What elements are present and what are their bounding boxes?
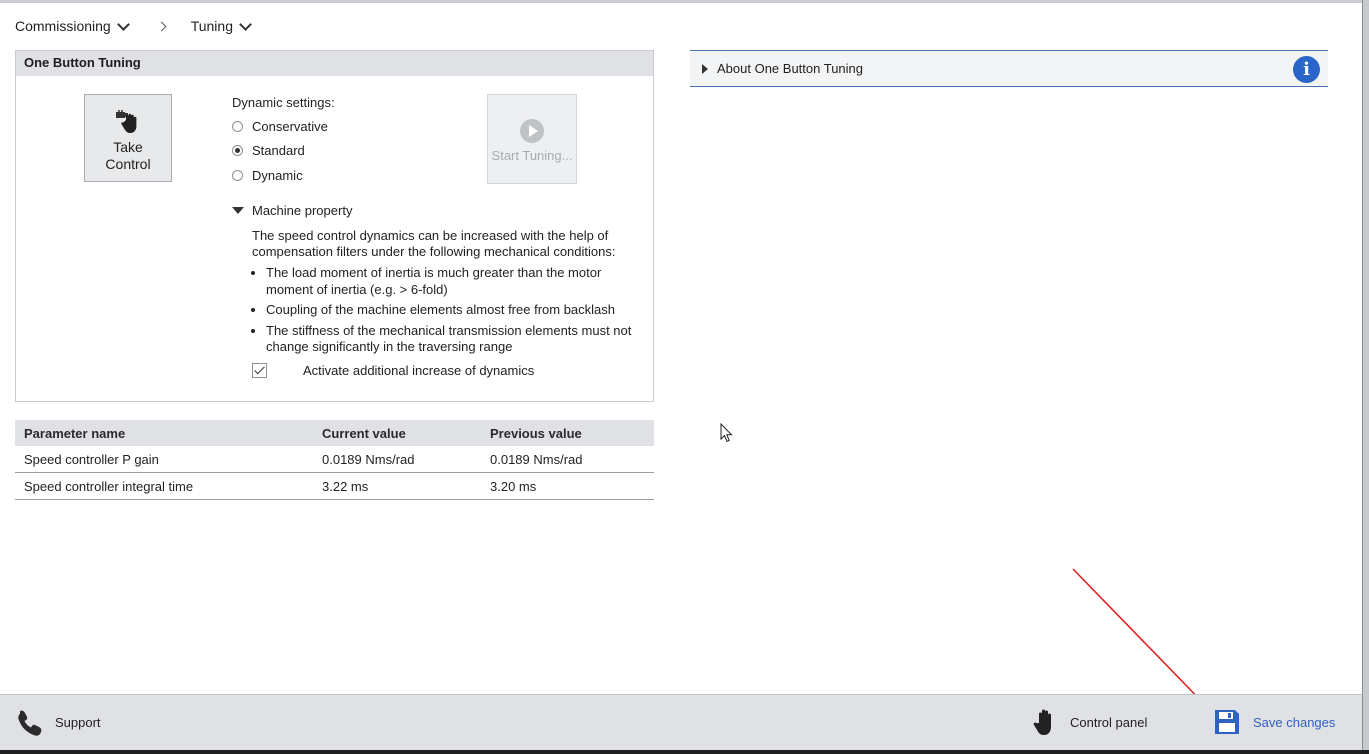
machine-property-intro: The speed control dynamics can be increa… bbox=[252, 228, 616, 259]
phone-icon bbox=[18, 710, 42, 736]
radio-label-conservative: Conservative bbox=[252, 119, 328, 134]
scrollbar-track[interactable] bbox=[1362, 0, 1369, 754]
about-one-button-tuning-panel[interactable]: About One Button Tuning i bbox=[690, 50, 1328, 87]
breadcrumb: Commissioning Tuning bbox=[15, 17, 252, 35]
breadcrumb-tuning[interactable]: Tuning bbox=[190, 17, 252, 34]
save-disk-icon bbox=[1215, 710, 1239, 734]
hand-icon bbox=[1033, 709, 1051, 735]
breadcrumb-commissioning[interactable]: Commissioning bbox=[15, 17, 130, 34]
table-cell: 3.22 ms bbox=[313, 472, 481, 500]
table-cell: 0.0189 Nms/rad bbox=[481, 446, 654, 473]
parameter-table: Parameter name Current value Previous va… bbox=[15, 420, 654, 500]
start-tuning-button[interactable]: Start Tuning... bbox=[487, 94, 577, 184]
right-divider bbox=[1362, 0, 1363, 754]
radio-button-selected[interactable] bbox=[232, 145, 243, 156]
radio-dynamic[interactable]: Dynamic bbox=[232, 168, 303, 183]
breadcrumb-tuning-label: Tuning bbox=[190, 18, 233, 34]
activate-dynamics-label: Activate additional increase of dynamics bbox=[303, 363, 535, 378]
column-header: Previous value bbox=[481, 420, 654, 446]
info-icon[interactable]: i bbox=[1293, 56, 1320, 83]
machine-property-label: Machine property bbox=[252, 203, 353, 218]
table-header-row: Parameter name Current value Previous va… bbox=[15, 420, 654, 446]
support-button[interactable]: Support bbox=[15, 707, 101, 737]
table-cell: Speed controller integral time bbox=[15, 472, 313, 500]
one-button-tuning-panel: One Button Tuning Take Control Dynamic s… bbox=[15, 50, 654, 402]
footer-bar: Support Control panel Save changes bbox=[0, 694, 1362, 750]
top-border bbox=[0, 0, 1369, 3]
radio-conservative[interactable]: Conservative bbox=[232, 119, 328, 134]
support-label: Support bbox=[55, 714, 101, 730]
radio-label-standard: Standard bbox=[252, 143, 305, 158]
table-row: Speed controller integral time 3.22 ms 3… bbox=[15, 472, 654, 500]
take-control-line2: Control bbox=[105, 156, 151, 172]
radio-button[interactable] bbox=[232, 170, 243, 181]
radio-button[interactable] bbox=[232, 121, 243, 132]
chevron-right-icon bbox=[156, 21, 167, 31]
machine-property-toggle[interactable]: Machine property bbox=[232, 203, 352, 218]
triangle-right-icon bbox=[702, 64, 708, 74]
play-icon bbox=[520, 119, 544, 143]
start-tuning-label: Start Tuning... bbox=[491, 148, 573, 163]
table-cell: Speed controller P gain bbox=[15, 446, 313, 473]
triangle-down-icon bbox=[232, 207, 244, 214]
take-control-line1: Take bbox=[113, 139, 143, 155]
list-item: The stiffness of the mechanical transmis… bbox=[266, 323, 651, 356]
mouse-cursor-icon bbox=[720, 423, 733, 443]
chevron-down-icon bbox=[239, 17, 252, 31]
list-item: The load moment of inertia is much great… bbox=[266, 265, 651, 298]
control-panel-label: Control panel bbox=[1070, 714, 1148, 730]
chevron-down-icon bbox=[116, 17, 130, 31]
activate-dynamics-checkbox-row[interactable]: Activate additional increase of dynamics bbox=[252, 363, 534, 378]
take-control-button[interactable]: Take Control bbox=[84, 94, 172, 182]
table-cell: 0.0189 Nms/rad bbox=[313, 446, 481, 473]
activate-dynamics-checkbox[interactable] bbox=[252, 363, 267, 378]
take-control-icon bbox=[116, 110, 137, 133]
conditions-list: The load moment of inertia is much great… bbox=[252, 265, 651, 360]
table-cell: 3.20 ms bbox=[481, 472, 654, 500]
bottom-border bbox=[0, 750, 1369, 754]
panel-title: One Button Tuning bbox=[16, 51, 653, 76]
column-header: Current value bbox=[313, 420, 481, 446]
breadcrumb-commissioning-label: Commissioning bbox=[15, 18, 111, 34]
control-panel-button[interactable]: Control panel bbox=[1030, 707, 1147, 737]
radio-label-dynamic: Dynamic bbox=[252, 168, 303, 183]
column-header: Parameter name bbox=[15, 420, 313, 446]
dynamic-settings-label: Dynamic settings: bbox=[232, 95, 335, 110]
radio-standard[interactable]: Standard bbox=[232, 143, 305, 158]
save-changes-label: Save changes bbox=[1253, 714, 1336, 730]
list-item: Coupling of the machine elements almost … bbox=[266, 302, 651, 319]
about-label: About One Button Tuning bbox=[717, 61, 863, 76]
save-changes-button[interactable]: Save changes bbox=[1213, 707, 1335, 737]
table-row: Speed controller P gain 0.0189 Nms/rad 0… bbox=[15, 446, 654, 473]
